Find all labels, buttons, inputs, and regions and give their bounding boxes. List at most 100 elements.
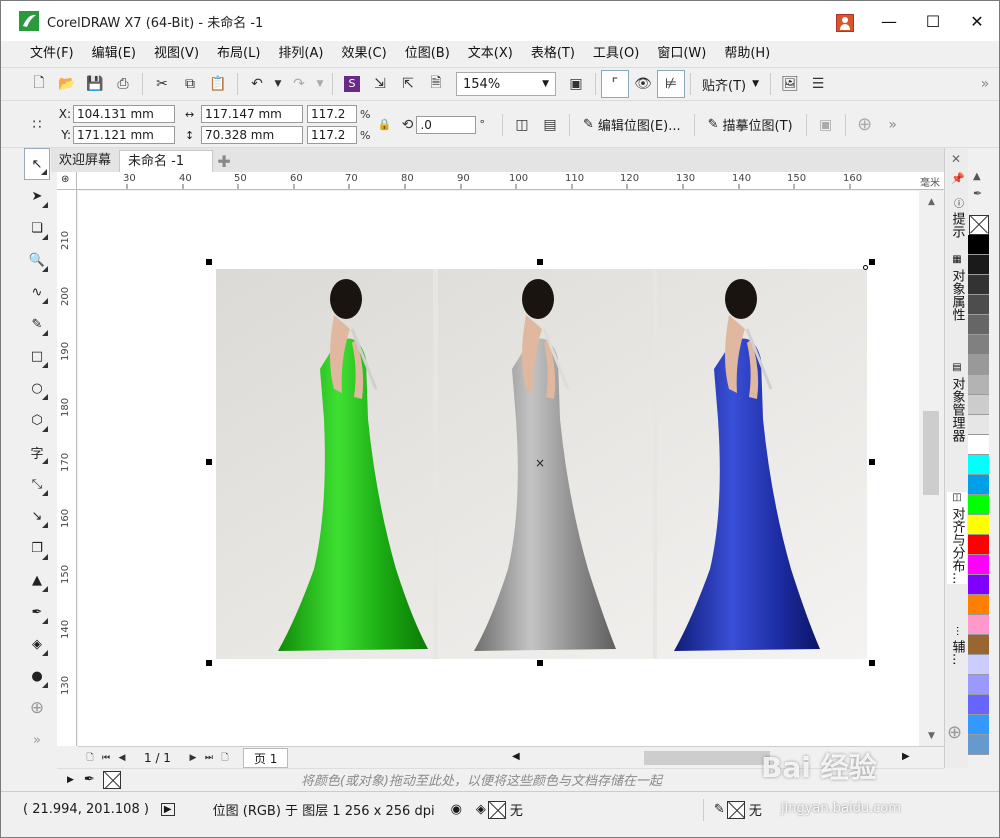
color-swatch[interactable] (968, 455, 989, 475)
save-icon[interactable]: 💾 (81, 70, 109, 98)
color-swatch[interactable] (968, 295, 989, 315)
zoom-tool-icon[interactable]: 🔍 (24, 244, 50, 276)
full-screen-preview-icon[interactable]: ▣ (562, 70, 590, 98)
color-swatch[interactable] (968, 475, 989, 495)
add-property-icon[interactable]: ⊕ (851, 111, 879, 139)
crop-tool-icon[interactable]: ❏ (24, 212, 50, 244)
outline-none-swatch[interactable] (726, 800, 745, 819)
selection-handle-bottom-right[interactable] (869, 660, 875, 666)
selection-handle-left[interactable] (206, 459, 212, 465)
freehand-tool-icon[interactable]: ∿ (24, 276, 50, 308)
mirror-vertical-icon[interactable]: ▤ (536, 111, 564, 139)
copy-icon[interactable]: ⧉ (176, 70, 204, 98)
vertical-ruler[interactable]: 210 200 190 180 170 160 150 140 130 (57, 190, 77, 746)
add-docker-icon[interactable]: ⊕ (947, 722, 962, 743)
menu-bitmaps[interactable]: 位图(B) (396, 41, 459, 67)
page-counter[interactable]: 1 / 1 (144, 751, 171, 765)
rectangle-tool-icon[interactable]: □ (24, 340, 50, 372)
previous-page-icon[interactable]: ◀ (114, 753, 130, 763)
pick-tool-icon[interactable]: ↖ (24, 148, 50, 180)
show-rulers-icon[interactable]: ⌜ (601, 70, 629, 98)
scale-width-input[interactable]: 117.2 (307, 105, 357, 123)
menu-layout[interactable]: 布局(L) (208, 41, 269, 67)
color-swatch[interactable] (968, 535, 989, 555)
docker-tab-object-manager[interactable]: ▤ 对象管理器 (947, 362, 967, 442)
color-swatch[interactable] (968, 435, 989, 455)
color-swatch[interactable] (968, 255, 989, 275)
color-swatch[interactable] (968, 635, 989, 655)
menu-window[interactable]: 窗口(W) (648, 41, 715, 67)
no-color-swatch[interactable] (102, 770, 121, 789)
redo-dropdown-icon[interactable]: ▼ (313, 70, 327, 98)
eyedropper-tool-icon[interactable]: ✒ (24, 596, 50, 628)
play-icon[interactable]: ▶ (160, 803, 175, 816)
horizontal-ruler[interactable]: 30 40 50 60 70 80 90 100 110 120 130 140… (77, 172, 944, 190)
menu-table[interactable]: 表格(T) (522, 41, 584, 67)
color-swatch[interactable] (968, 355, 989, 375)
polygon-tool-icon[interactable]: ⬡ (24, 404, 50, 436)
docker-tab-align-distribute[interactable]: ◫ 对齐与分布... (947, 492, 967, 585)
minimize-button[interactable]: — (867, 1, 911, 41)
ruler-origin-icon[interactable]: ⊛ (57, 172, 77, 190)
transparency-tool-icon[interactable]: ▲ (24, 564, 50, 596)
edit-bitmap-button[interactable]: ✎ 编辑位图(E)... (575, 115, 689, 134)
selection-handle-right[interactable] (869, 459, 875, 465)
selection-handle-top-right-outer[interactable] (869, 259, 875, 265)
show-guidelines-icon[interactable]: ⊭ (657, 70, 685, 98)
print-icon[interactable]: ⎙ (109, 70, 137, 98)
color-swatch[interactable] (968, 275, 989, 295)
undo-icon[interactable]: ↶ (243, 70, 271, 98)
shape-tool-icon[interactable]: ➤ (24, 180, 50, 212)
smart-fill-tool-icon[interactable]: ● (24, 660, 50, 692)
color-swatch[interactable] (968, 675, 989, 695)
rotation-angle-input[interactable]: .0 (416, 115, 477, 134)
color-proof-icon[interactable]: ◉ (451, 802, 462, 817)
next-page-icon[interactable]: ▶ (185, 753, 201, 763)
propbar-overflow-icon[interactable]: » (879, 111, 907, 139)
palette-scroll-up-icon[interactable]: ▲ (973, 171, 981, 182)
horizontal-scroll-thumb[interactable] (644, 751, 770, 765)
search-content-icon[interactable]: S (338, 70, 366, 98)
ellipse-tool-icon[interactable]: ○ (24, 372, 50, 404)
y-position-input[interactable]: 171.121 mm (73, 126, 175, 144)
color-swatch[interactable] (968, 235, 989, 255)
menu-view[interactable]: 视图(V) (145, 41, 208, 67)
new-document-icon[interactable]: 🗋 (25, 70, 53, 98)
toolbar-overflow-icon[interactable]: » (971, 70, 999, 98)
selection-handle-bottom[interactable] (537, 660, 543, 666)
welcome-screen-icon[interactable]: 🖼 (776, 70, 804, 98)
scroll-left-icon[interactable]: ◀ (512, 751, 520, 762)
menu-arrange[interactable]: 排列(A) (269, 41, 332, 67)
palette-no-color-swatch[interactable] (969, 215, 989, 235)
color-swatch[interactable] (968, 595, 989, 615)
menu-tools[interactable]: 工具(O) (584, 41, 648, 67)
scale-height-input[interactable]: 117.2 (307, 126, 357, 144)
palette-scroll-right-icon[interactable]: ▶ (67, 775, 74, 785)
redo-icon[interactable]: ↷ (285, 70, 313, 98)
publish-pdf-icon[interactable]: 🗎 (422, 70, 450, 98)
tab-untitled-document[interactable]: 未命名 -1 (119, 150, 214, 172)
export-icon[interactable]: ⇱ (394, 70, 422, 98)
last-page-icon[interactable]: ⏭ (201, 753, 217, 763)
add-page-before-icon[interactable]: 🗋 (82, 750, 98, 766)
selection-handle-top-right[interactable] (863, 265, 868, 270)
vertical-scrollbar[interactable]: ▲ ▼ (919, 191, 944, 746)
menu-help[interactable]: 帮助(H) (715, 41, 779, 67)
eyedropper-icon[interactable]: ✒ (84, 772, 95, 787)
menu-effects[interactable]: 效果(C) (332, 41, 395, 67)
selection-handle-top-left[interactable] (206, 259, 212, 265)
object-origin-icon[interactable]: ∷ (23, 111, 51, 139)
zoom-level-select[interactable]: 154% ▼ (456, 72, 556, 96)
artistic-media-tool-icon[interactable]: ✎ (24, 308, 50, 340)
add-tab-icon[interactable]: ✚ (213, 150, 235, 172)
lock-ratio-icon[interactable]: 🔒 (370, 111, 398, 139)
page-tab-1[interactable]: 页 1 (242, 747, 289, 768)
options-icon[interactable]: ☰ (804, 70, 832, 98)
drop-shadow-tool-icon[interactable]: ❐ (24, 532, 50, 564)
menu-edit[interactable]: 编辑(E) (83, 41, 145, 67)
connector-tool-icon[interactable]: ↘ (24, 500, 50, 532)
docker-pin-icon[interactable]: 📌 (951, 172, 965, 185)
import-icon[interactable]: ⇲ (366, 70, 394, 98)
selection-handle-bottom-left[interactable] (206, 660, 212, 666)
menu-text[interactable]: 文本(X) (459, 41, 522, 67)
